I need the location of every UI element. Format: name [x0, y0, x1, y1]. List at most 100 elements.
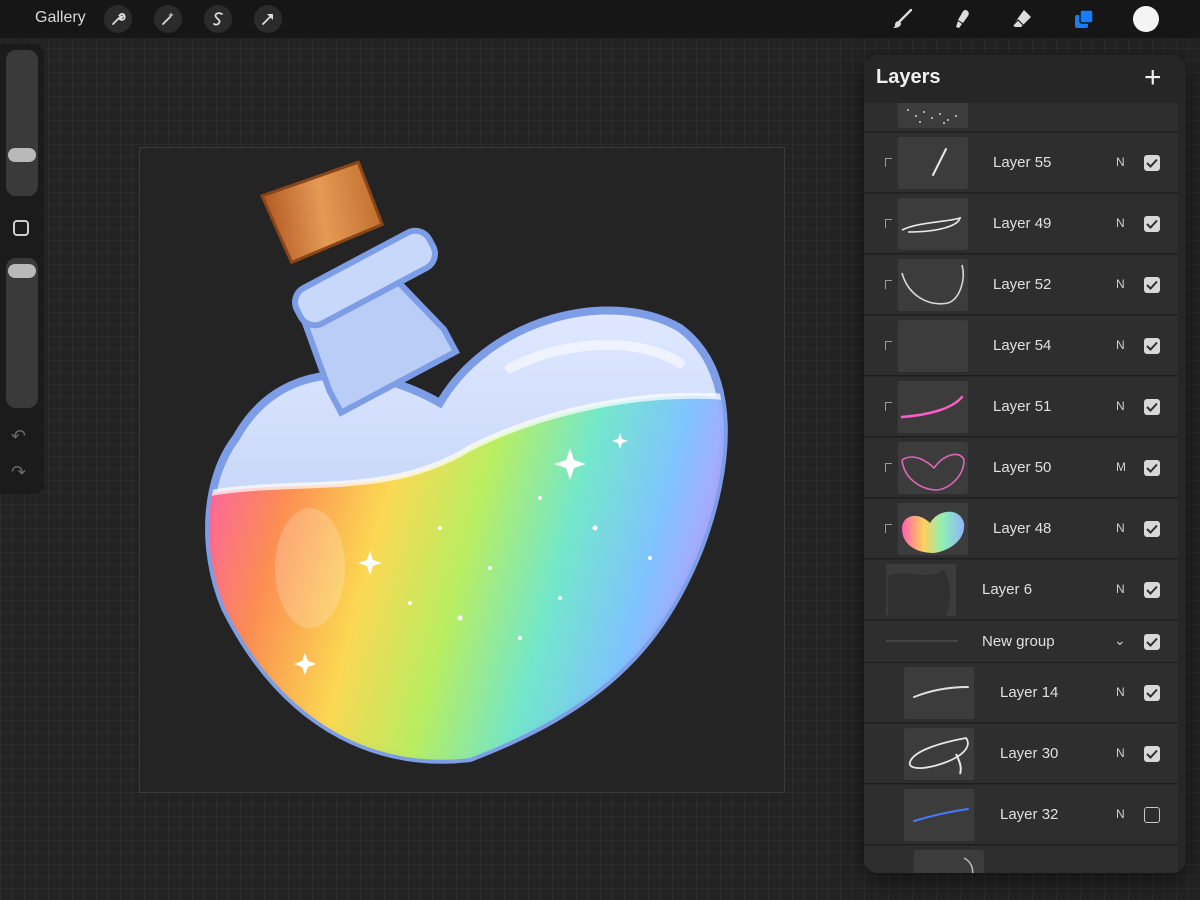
blend-mode[interactable]: M: [1116, 460, 1126, 474]
left-sidebar: ↶ ↷: [0, 44, 44, 494]
blend-mode[interactable]: N: [1116, 216, 1125, 230]
layer-name: Layer 55: [993, 154, 1052, 171]
gallery-button[interactable]: Gallery: [35, 9, 86, 27]
visibility-checkbox[interactable]: [1144, 807, 1160, 823]
selection-s-icon: [213, 12, 223, 26]
layer-row[interactable]: Layer 30 N: [864, 724, 1178, 784]
visibility-checkbox[interactable]: [1144, 216, 1160, 232]
blend-mode[interactable]: N: [1116, 807, 1125, 821]
visibility-checkbox[interactable]: [1144, 460, 1160, 476]
layer-name: Layer 52: [993, 276, 1052, 293]
layer-thumbnail: [904, 728, 974, 780]
layer-name: Layer 49: [993, 215, 1052, 232]
layer-name: Layer 14: [1000, 684, 1059, 701]
layer-group-row[interactable]: New group ⌄: [864, 621, 1178, 663]
top-toolbar: Gallery: [0, 0, 1200, 38]
blend-mode[interactable]: N: [1116, 399, 1125, 413]
color-picker-button[interactable]: [1133, 6, 1159, 32]
clipping-mask-icon: [885, 280, 892, 289]
blend-mode[interactable]: N: [1116, 521, 1125, 535]
smudge-icon: [956, 10, 969, 28]
layer-thumbnail: [898, 381, 968, 433]
visibility-checkbox[interactable]: [1144, 521, 1160, 537]
layer-name: Layer 51: [993, 398, 1052, 415]
clipping-mask-icon: [885, 219, 892, 228]
visibility-checkbox[interactable]: [1144, 685, 1160, 701]
eraser-tool-button[interactable]: [1008, 5, 1036, 33]
visibility-checkbox[interactable]: [1144, 399, 1160, 415]
layer-thumbnail: [914, 850, 984, 873]
opacity-thumb[interactable]: [8, 264, 36, 278]
layer-list[interactable]: Layer 55 N Layer 49 N Layer 52 N Layer 5…: [864, 103, 1186, 873]
brush-size-thumb[interactable]: [8, 148, 36, 162]
layer-name: Layer 32: [1000, 806, 1059, 823]
visibility-checkbox[interactable]: [1144, 155, 1160, 171]
layer-row-partial[interactable]: [864, 846, 1178, 873]
heart-potion-artwork: [205, 160, 728, 764]
layer-row-partial[interactable]: [864, 103, 1178, 132]
layer-thumbnail: [898, 442, 968, 494]
layer-name: Layer 30: [1000, 745, 1059, 762]
layer-row[interactable]: Layer 6 N: [864, 560, 1178, 620]
layers-panel-header: Layers +: [864, 55, 1186, 103]
visibility-checkbox[interactable]: [1144, 746, 1160, 762]
layer-row[interactable]: Layer 14 N: [864, 663, 1178, 723]
blend-mode[interactable]: N: [1116, 685, 1125, 699]
layer-row[interactable]: Layer 32 N: [864, 785, 1178, 845]
adjustments-button[interactable]: [154, 5, 182, 33]
blend-mode[interactable]: N: [1116, 746, 1125, 760]
layer-row[interactable]: Layer 49 N: [864, 194, 1178, 254]
blend-mode[interactable]: N: [1116, 155, 1125, 169]
clipping-mask-icon: [885, 402, 892, 411]
visibility-checkbox[interactable]: [1144, 582, 1160, 598]
panel-title: Layers: [876, 66, 941, 88]
blend-mode[interactable]: N: [1116, 338, 1125, 352]
layer-thumbnail: [898, 137, 968, 189]
layer-thumbnail: [898, 259, 968, 311]
layer-row[interactable]: Layer 52 N: [864, 255, 1178, 315]
smudge-tool-button[interactable]: [948, 5, 976, 33]
layer-row[interactable]: Layer 50 M: [864, 438, 1178, 498]
clipping-mask-icon: [885, 341, 892, 350]
visibility-checkbox[interactable]: [1144, 277, 1160, 293]
layers-tool-button[interactable]: [1070, 5, 1098, 33]
group-name: New group: [982, 633, 1055, 650]
layer-name: Layer 48: [993, 520, 1052, 537]
actions-button[interactable]: [104, 5, 132, 33]
opacity-slider[interactable]: [6, 258, 38, 408]
layer-row[interactable]: Layer 51 N: [864, 377, 1178, 437]
brush-size-slider[interactable]: [6, 50, 38, 196]
layer-thumbnail: [904, 789, 974, 841]
drawing-canvas[interactable]: [139, 147, 785, 793]
chevron-down-icon[interactable]: ⌄: [1114, 632, 1126, 649]
transform-arrow-icon: [262, 14, 273, 25]
transform-button[interactable]: [254, 5, 282, 33]
visibility-checkbox[interactable]: [1144, 634, 1160, 650]
brush-icon: [893, 8, 913, 28]
layers-panel: Layers + Layer 55 N Layer 49 N Layer 52 …: [864, 55, 1186, 873]
visibility-checkbox[interactable]: [1144, 338, 1160, 354]
layer-row[interactable]: Layer 54 N: [864, 316, 1178, 376]
layers-icon: [1075, 9, 1094, 28]
plus-icon[interactable]: +: [1144, 63, 1162, 93]
layer-row[interactable]: Layer 48 N: [864, 499, 1178, 559]
layer-thumbnail: [886, 564, 956, 616]
blend-mode[interactable]: N: [1116, 277, 1125, 291]
redo-icon[interactable]: ↷: [11, 462, 26, 483]
layer-thumbnail: [898, 320, 968, 372]
eraser-icon: [1012, 10, 1031, 27]
selection-button[interactable]: [204, 5, 232, 33]
layer-row[interactable]: Layer 55 N: [864, 133, 1178, 193]
layer-name: Layer 54: [993, 337, 1052, 354]
group-divider: [886, 640, 958, 642]
blend-mode[interactable]: N: [1116, 582, 1125, 596]
brush-tool-button[interactable]: [888, 5, 916, 33]
modify-button[interactable]: [13, 220, 29, 236]
undo-icon[interactable]: ↶: [11, 426, 26, 447]
wrench-icon: [112, 12, 126, 25]
layer-name: Layer 50: [993, 459, 1052, 476]
clipping-mask-icon: [885, 524, 892, 533]
clipping-mask-icon: [885, 463, 892, 472]
layer-thumbnail: [904, 667, 974, 719]
magic-wand-icon: [162, 12, 174, 25]
